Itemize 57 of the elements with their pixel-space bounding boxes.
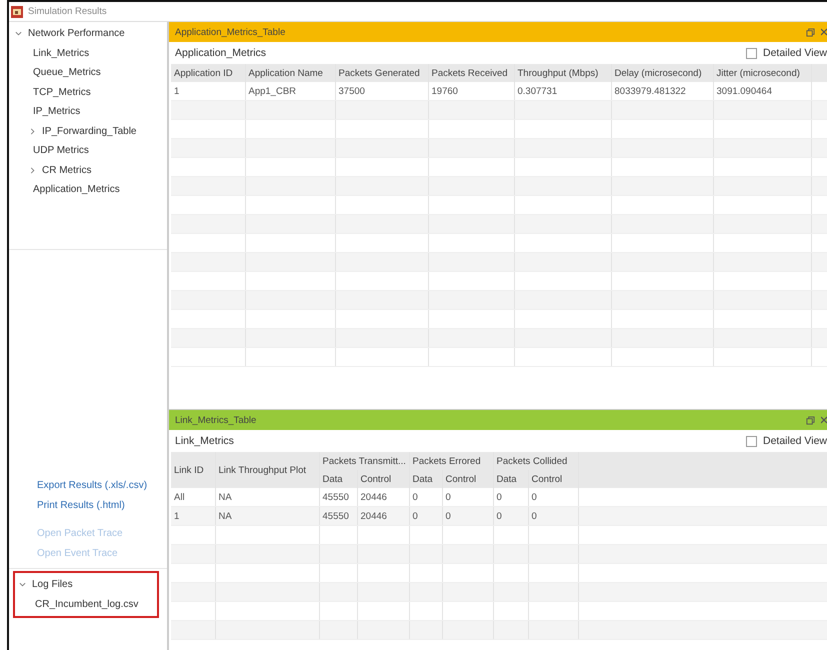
column-header[interactable]: Packets Received [428,64,514,82]
chevron-icon [15,30,22,38]
column-header[interactable]: Packets Generated [335,64,428,82]
column-header[interactable]: Control [528,470,578,488]
restore-icon[interactable] [806,416,815,424]
table-cell: 45550 [319,506,357,526]
column-header[interactable]: Link ID [171,452,215,488]
tree-item[interactable]: Application_Metrics [9,180,167,200]
tree-item[interactable]: Log Files [15,575,157,594]
table-cell: 20446 [357,506,410,526]
column-header[interactable]: Control [442,470,494,488]
window-title: Simulation Results [28,6,107,17]
tree-item[interactable]: IP_Forwarding_Table [9,122,167,141]
tree-item[interactable]: TCP_Metrics [9,82,167,102]
table-heading: Application_Metrics [175,47,268,59]
tree-item[interactable]: CR Metrics [9,160,167,180]
chevron-icon [19,581,26,588]
panel-title: Link_Metrics_Table [175,414,258,426]
app-icon [11,6,23,18]
table-cell: 0 [528,506,578,526]
chevron-icon [29,166,36,174]
checkbox-label: Detailed View [762,47,827,59]
table-cell: NA [215,506,319,526]
tree-item[interactable]: IP_Metrics [9,102,167,122]
table-cell: 0 [442,506,494,526]
column-header[interactable]: Application Name [245,64,335,82]
table-cell: 0 [409,506,442,526]
tree-item[interactable]: Queue_Metrics [9,63,167,82]
tree-item[interactable]: Network Performance [9,24,167,44]
chevron-icon [29,128,36,135]
column-header[interactable]: Throughput (Mbps) [514,64,611,82]
table-cell: 0 [493,506,528,526]
sidebar-link[interactable]: Print Results (.html) [9,496,167,516]
column-header[interactable]: Data [409,470,442,488]
column-header[interactable]: Data [493,470,528,488]
column-header[interactable]: Packets Errored [409,452,494,470]
checkbox-label: Detailed View [762,435,827,447]
column-header[interactable]: Control [357,470,410,488]
table-heading: Link_Metrics [175,435,235,447]
column-header[interactable]: Link Throughput Plot [215,452,319,488]
close-icon[interactable] [821,415,827,425]
column-header[interactable]: Packets Transmitt... [319,452,410,470]
sidebar-link[interactable]: Export Results (.xls/.csv) [9,476,167,496]
column-header[interactable]: Jitter (microsecond) [713,64,811,82]
restore-icon[interactable] [806,28,815,36]
tree-item[interactable]: Link_Metrics [9,44,167,63]
tree-item[interactable]: UDP Metrics [9,141,167,160]
close-icon[interactable] [821,27,827,37]
tree-item[interactable]: CR_Incumbent_log.csv [15,594,157,614]
panel-title: Application_Metrics_Table [175,26,286,38]
column-header[interactable]: Data [319,470,357,488]
checkbox[interactable] [746,436,757,446]
column-header[interactable]: Packets Collided [493,452,578,470]
checkbox[interactable] [746,48,757,58]
table-cell: 1 [171,506,215,526]
column-header[interactable]: Application ID [171,64,245,82]
column-header[interactable]: Delay (microsecond) [611,64,713,82]
